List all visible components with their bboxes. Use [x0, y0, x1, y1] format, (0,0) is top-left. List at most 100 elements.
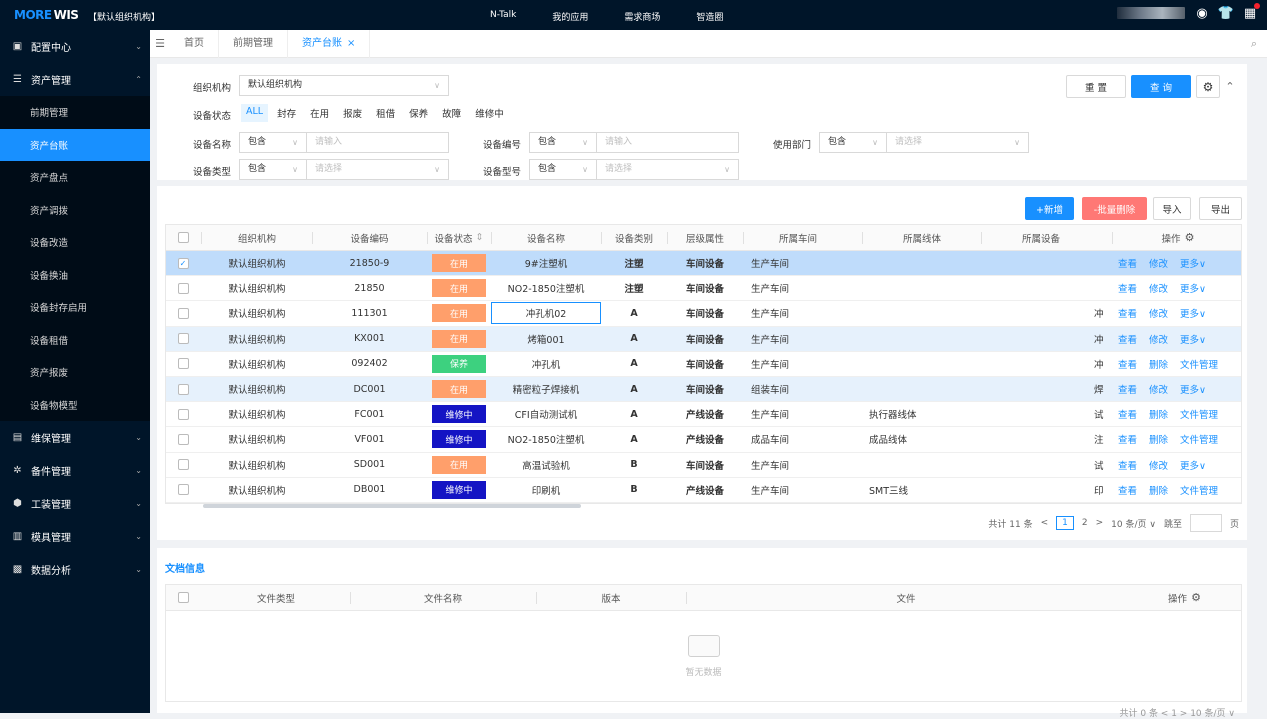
add-button[interactable]: +新增 [1025, 197, 1074, 220]
sidebar-group-assets[interactable]: ☰ 资产管理 ⌃ [0, 63, 150, 96]
view-link[interactable]: 查看 [1118, 483, 1137, 497]
page-1[interactable]: 1 [1056, 516, 1074, 530]
table-row[interactable]: 默认组织机构 KX001 在用 烤箱001 A 车间设备 生产车间 冲 查看 修改 更多∨ [166, 326, 1241, 352]
row-checkbox[interactable] [166, 276, 200, 300]
file-manage-link[interactable]: 文件管理 [1180, 432, 1218, 446]
row-checkbox[interactable] [166, 377, 200, 401]
name-match-select[interactable]: 包含 ∨ [239, 132, 307, 153]
sidebar-group-config[interactable]: ▣ 配置中心 ⌄ [0, 30, 150, 63]
menu-fold-icon[interactable]: ☰ [150, 37, 170, 50]
next-page-button[interactable]: > [1096, 518, 1104, 528]
more-link[interactable]: 更多∨ [1180, 382, 1206, 396]
table-row[interactable]: 默认组织机构 DC001 在用 精密粒子焊接机 A 车间设备 组装车间 焊 查看 修改 更多∨ [166, 376, 1241, 403]
table-row[interactable]: 默认组织机构 092402 保养 冲孔机 A 车间设备 生产车间 冲 查看 删除 文件管理 [166, 352, 1241, 377]
nav-smart-circle[interactable]: 智造圈 [696, 10, 723, 23]
sidebar-item-transfer[interactable]: 资产调拨 [0, 194, 150, 227]
org-name[interactable]: 【默认组织机构】 [88, 10, 160, 23]
nav-demand-mall[interactable]: 需求商场 [624, 10, 660, 23]
sidebar-item-lease[interactable]: 设备租借 [0, 324, 150, 357]
status-chip-leased[interactable]: 租借 [371, 104, 400, 122]
sidebar-item-asset-ledger[interactable]: 资产台账 [0, 128, 150, 161]
sidebar-item-preliminary[interactable]: 前期管理 [0, 96, 150, 129]
row-checkbox[interactable] [166, 427, 200, 451]
code-input[interactable]: 请输入 [596, 132, 739, 153]
nav-my-apps[interactable]: 我的应用 [552, 10, 588, 23]
row-checkbox[interactable] [166, 402, 200, 426]
file-manage-link[interactable]: 文件管理 [1180, 407, 1218, 421]
status-chip-sealed[interactable]: 封存 [272, 104, 301, 122]
row-checkbox[interactable] [166, 327, 200, 351]
sidebar-item-modification[interactable]: 设备改造 [0, 226, 150, 259]
sidebar-item-seal-enable[interactable]: 设备封存启用 [0, 291, 150, 324]
page-2[interactable]: 2 [1082, 518, 1088, 528]
status-chip-all[interactable]: ALL [241, 104, 269, 122]
status-chip-in-use[interactable]: 在用 [305, 104, 334, 122]
view-link[interactable]: 查看 [1118, 332, 1137, 346]
type-match-select[interactable]: 包含 ∨ [239, 159, 307, 180]
row-checkbox[interactable]: ✓ [166, 251, 200, 275]
row-checkbox[interactable] [166, 352, 200, 376]
delete-link[interactable]: 删除 [1149, 432, 1168, 446]
name-input[interactable]: 请输入 [306, 132, 449, 153]
shirt-icon[interactable]: 👕 [1218, 6, 1234, 21]
apps-icon[interactable]: ▦ [1243, 3, 1260, 21]
table-row[interactable]: 默认组织机构 DB001 维修中 印刷机 B 产线设备 生产车间 SMT三线 印 查看 删除 文件管理 [166, 478, 1241, 503]
edit-link[interactable]: 修改 [1149, 458, 1168, 472]
table-row[interactable]: 默认组织机构 VF001 维修中 NO2-1850注塑机 A 产线设备 成品车间 成品线体 注 查… [166, 427, 1241, 453]
close-icon[interactable]: × [347, 38, 355, 49]
edit-link[interactable]: 修改 [1149, 382, 1168, 396]
view-link[interactable]: 查看 [1118, 357, 1137, 371]
page-size-select[interactable]: 10 条/页 ∨ [1111, 517, 1156, 530]
view-link[interactable]: 查看 [1118, 382, 1137, 396]
view-link[interactable]: 查看 [1118, 407, 1137, 421]
row-checkbox[interactable] [166, 453, 200, 477]
delete-link[interactable]: 删除 [1149, 483, 1168, 497]
edit-link[interactable]: 修改 [1149, 332, 1168, 346]
search-button[interactable]: 查 询 [1131, 75, 1191, 98]
sidebar-group-maintenance[interactable]: ▤ 维保管理 ⌄ [0, 421, 150, 454]
sidebar-item-device-model[interactable]: 设备物模型 [0, 389, 150, 422]
tab-preliminary[interactable]: 前期管理 [219, 29, 288, 58]
app-logo[interactable]: MORE WIS [14, 8, 79, 22]
more-link[interactable]: 更多∨ [1180, 281, 1206, 295]
sidebar-group-spare-parts[interactable]: ✲ 备件管理 ⌄ [0, 454, 150, 487]
view-link[interactable]: 查看 [1118, 432, 1137, 446]
sidebar-item-scrap[interactable]: 资产报废 [0, 356, 150, 389]
file-manage-link[interactable]: 文件管理 [1180, 483, 1218, 497]
select-all-checkbox[interactable] [166, 225, 200, 250]
dept-select[interactable]: 请选择 ∨ [886, 132, 1029, 153]
table-row[interactable]: 默认组织机构 111301 在用 冲孔机02 A 车间设备 生产车间 冲 查看 修改 更多∨ [166, 301, 1241, 327]
table-row[interactable]: 默认组织机构 21850 在用 NO2-1850注塑机 注塑 车间设备 生产车间 查看 修改 更多… [166, 276, 1241, 302]
more-link[interactable]: 更多∨ [1180, 332, 1206, 346]
edit-link[interactable]: 修改 [1149, 281, 1168, 295]
tab-home[interactable]: 首页 [170, 29, 219, 58]
more-link[interactable]: 更多∨ [1180, 256, 1206, 270]
sidebar-group-analytics[interactable]: ▩ 数据分析 ⌄ [0, 553, 150, 586]
view-link[interactable]: 查看 [1118, 306, 1137, 320]
view-link[interactable]: 查看 [1118, 458, 1137, 472]
type-select[interactable]: 请选择 ∨ [306, 159, 449, 180]
import-button[interactable]: 导入 [1153, 197, 1191, 220]
table-row[interactable]: 默认组织机构 SD001 在用 高温试验机 B 车间设备 生产车间 试 查看 修改 更多∨ [166, 453, 1241, 478]
export-button[interactable]: 导出 [1199, 197, 1242, 220]
batch-delete-button[interactable]: -批量删除 [1082, 197, 1147, 220]
table-row[interactable]: 默认组织机构 FC001 维修中 CFI自动测试机 A 产线设备 生产车间 执行器线体 试 查看删… [166, 402, 1241, 428]
edit-link[interactable]: 修改 [1149, 256, 1168, 270]
edit-link[interactable]: 修改 [1149, 306, 1168, 320]
dept-match-select[interactable]: 包含 ∨ [819, 132, 887, 153]
col-status[interactable]: 设备状态 ⇕ [427, 225, 491, 250]
model-select[interactable]: 请选择 ∨ [596, 159, 739, 180]
status-chip-fault[interactable]: 故障 [437, 104, 466, 122]
status-chip-repairing[interactable]: 维修中 [470, 104, 509, 122]
sidebar-group-molds[interactable]: ▥ 模具管理 ⌄ [0, 520, 150, 553]
doc-select-all-checkbox[interactable] [166, 585, 200, 610]
delete-link[interactable]: 删除 [1149, 357, 1168, 371]
doc-column-settings-icon[interactable]: ⚙ [1191, 591, 1201, 604]
user-icon[interactable]: ◉ [1195, 6, 1209, 21]
file-manage-link[interactable]: 文件管理 [1180, 357, 1218, 371]
status-chip-maintenance[interactable]: 保养 [404, 104, 433, 122]
nav-ntalk[interactable]: N-Talk [490, 10, 516, 23]
view-link[interactable]: 查看 [1118, 281, 1137, 295]
column-settings-icon[interactable]: ⚙ [1185, 231, 1195, 244]
sort-icon[interactable]: ⇕ [476, 232, 484, 243]
